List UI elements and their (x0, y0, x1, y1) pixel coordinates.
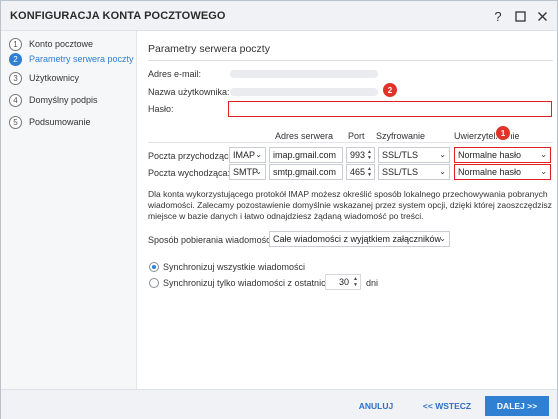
outgoing-port-value: 465 (350, 167, 366, 177)
outgoing-auth-select[interactable]: Normalne hasło ⌄ (454, 164, 551, 180)
step-signature[interactable]: 4 Domyślny podpis (9, 92, 98, 108)
outgoing-port-stepper[interactable]: 465 ▲ ▼ (346, 164, 375, 180)
outgoing-encryption-value: SSL/TLS (382, 167, 419, 177)
help-icon[interactable]: ? (490, 8, 506, 24)
chevron-down-icon: ⌄ (540, 167, 547, 176)
window-title: KONFIGURACJA KONTA POCZTOWEGO (10, 10, 226, 22)
wizard-footer: ANULUJ << WSTECZ DALEJ >> (1, 389, 557, 419)
incoming-protocol-value: IMAP (233, 150, 256, 160)
incoming-encryption-value: SSL/TLS (382, 150, 419, 160)
incoming-auth-select[interactable]: Normalne hasło ⌄ (454, 147, 551, 163)
chevron-down-icon: ⌄ (439, 234, 446, 243)
incoming-encryption-select[interactable]: SSL/TLS ⌄ (378, 147, 450, 163)
email-label: Adres e-mail: (148, 69, 202, 79)
step-account[interactable]: 1 Konto pocztowe (9, 36, 93, 52)
section-title: Parametry serwera poczty (148, 43, 270, 55)
chevron-down-icon: ⌄ (439, 167, 446, 176)
maximize-icon[interactable] (512, 8, 528, 24)
step-label: Użytkownicy (29, 73, 80, 83)
step-number: 2 (9, 52, 22, 66)
next-button[interactable]: DALEJ >> (485, 396, 549, 416)
outgoing-label: Poczta wychodząca: (148, 168, 231, 178)
step-server-params[interactable]: 2 Parametry serwera poczty (9, 51, 134, 67)
username-value-redacted[interactable] (230, 88, 378, 96)
step-users[interactable]: 3 Użytkownicy (9, 70, 79, 86)
fetch-mode-label: Sposób pobierania wiadomości: (148, 235, 276, 245)
step-number: 5 (9, 115, 22, 129)
close-icon[interactable] (534, 8, 550, 24)
step-label: Podsumowanie (29, 117, 91, 127)
incoming-port-value: 993 (350, 150, 366, 160)
step-number: 1 (9, 37, 22, 51)
sync-all-radio[interactable] (149, 262, 159, 272)
sync-all-label: Synchronizuj wszystkie wiadomości (163, 262, 306, 272)
step-number: 3 (9, 71, 22, 85)
callout-badge-1: 1 (496, 126, 510, 140)
step-label: Konto pocztowe (29, 39, 94, 49)
title-bar: KONFIGURACJA KONTA POCZTOWEGO ? (1, 1, 557, 31)
incoming-port-stepper[interactable]: 993 ▲ ▼ (346, 147, 375, 163)
step-summary[interactable]: 5 Podsumowanie (9, 114, 91, 130)
chevron-down-icon: ⌄ (255, 150, 262, 159)
main-panel: Parametry serwera poczty Adres e-mail: N… (138, 31, 557, 389)
callout-badge-2: 2 (383, 83, 397, 97)
sync-recent-label: Synchronizuj tylko wiadomości z ostatnic… (163, 278, 331, 288)
password-label: Hasło: (148, 104, 174, 114)
fetch-mode-select[interactable]: Całe wiadomości z wyjątkiem załączników … (269, 231, 450, 247)
incoming-server-input[interactable]: imap.gmail.com (269, 147, 343, 163)
chevron-down-icon: ⌄ (439, 150, 446, 159)
divider (148, 60, 553, 61)
username-label: Nazwa użytkownika: (148, 87, 230, 97)
outgoing-encryption-select[interactable]: SSL/TLS ⌄ (378, 164, 450, 180)
step-label: Domyślny podpis (29, 95, 98, 105)
sync-days-stepper[interactable]: 30 ▲ ▼ (325, 274, 361, 290)
imap-info-text: Dla konta wykorzystującego protokół IMAP… (148, 189, 552, 221)
incoming-protocol-select[interactable]: IMAP ⌄ (229, 147, 266, 163)
outgoing-server-input[interactable]: smtp.gmail.com (269, 164, 343, 180)
chevron-down-icon: ⌄ (255, 167, 262, 176)
sync-recent-radio[interactable] (149, 278, 159, 288)
chevron-down-icon: ⌄ (540, 150, 547, 159)
stepper-arrows-icon[interactable]: ▲ ▼ (367, 149, 372, 161)
step-label: Parametry serwera poczty (29, 54, 134, 64)
sync-days-unit: dni (366, 278, 379, 288)
cancel-button[interactable]: ANULUJ (353, 396, 399, 416)
incoming-label: Poczta przychodząca: (148, 151, 237, 161)
divider (148, 142, 553, 143)
col-header-port: Port (348, 131, 365, 141)
stepper-arrows-icon[interactable]: ▲ ▼ (353, 276, 358, 288)
outgoing-protocol-select[interactable]: SMTP ⌄ (229, 164, 266, 180)
back-button[interactable]: << WSTECZ (417, 396, 477, 416)
col-header-server: Adres serwera (275, 131, 334, 141)
email-value-redacted (230, 70, 378, 78)
step-number: 4 (9, 93, 22, 107)
password-input[interactable] (228, 101, 552, 117)
stepper-arrows-icon[interactable]: ▲ ▼ (367, 166, 372, 178)
fetch-mode-value: Całe wiadomości z wyjątkiem załączników (273, 234, 442, 244)
incoming-auth-value: Normalne hasło (458, 150, 522, 160)
sync-days-value: 30 (339, 277, 350, 287)
outgoing-protocol-value: SMTP (233, 167, 259, 177)
setup-wizard-window: KONFIGURACJA KONTA POCZTOWEGO ? 1 Konto … (0, 0, 558, 419)
wizard-steps-sidebar: 1 Konto pocztowe 2 Parametry serwera poc… (1, 31, 137, 389)
outgoing-auth-value: Normalne hasło (458, 167, 522, 177)
col-header-encryption: Szyfrowanie (376, 131, 426, 141)
